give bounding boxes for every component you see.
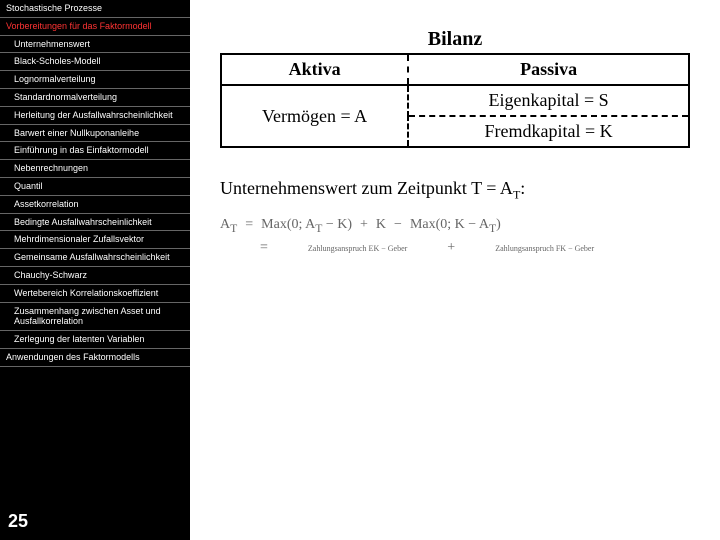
formula-lhs: AT xyxy=(220,217,237,235)
content-area: Bilanz Aktiva Passiva Vermögen = A Eigen… xyxy=(190,0,720,540)
page-number: 25 xyxy=(8,511,28,532)
nav-item[interactable]: Mehrdimensionaler Zufallsvektor xyxy=(0,231,190,249)
formula-term2: Zahlungsanspruch FK − Geber xyxy=(495,244,594,253)
bilanz-table: Aktiva Passiva Vermögen = A Eigenkapital… xyxy=(220,53,690,148)
nav-item[interactable]: Assetkorrelation xyxy=(0,196,190,214)
sidebar: Stochastische ProzesseVorbereitungen für… xyxy=(0,0,190,540)
nav-item[interactable]: Anwendungen des Faktormodells xyxy=(0,349,190,367)
formula-term1: Zahlungsanspruch EK − Geber xyxy=(308,244,407,253)
bilanz-table-wrap: Bilanz Aktiva Passiva Vermögen = A Eigen… xyxy=(220,28,690,148)
nav-item[interactable]: Zusammenhang zwischen Asset und Ausfallk… xyxy=(0,303,190,332)
nav-item[interactable]: Unternehmenswert xyxy=(0,36,190,54)
header-aktiva: Aktiva xyxy=(221,54,408,85)
nav-item[interactable]: Herleitung der Ausfallwahrscheinlichkeit xyxy=(0,107,190,125)
nav-item[interactable]: Vorbereitungen für das Faktormodell xyxy=(0,18,190,36)
statement: Unternehmenswert zum Zeitpunkt T = AT: xyxy=(220,178,690,203)
nav-item[interactable]: Lognormalverteilung xyxy=(0,71,190,89)
nav-item[interactable]: Bedingte Ausfallwahrscheinlichkeit xyxy=(0,214,190,232)
cell-eigenkapital: Eigenkapital = S xyxy=(408,85,689,116)
statement-prefix: Unternehmenswert zum Zeitpunkt T = A xyxy=(220,178,513,198)
bilanz-title: Bilanz xyxy=(220,28,690,51)
nav-item[interactable]: Zerlegung der latenten Variablen xyxy=(0,331,190,349)
statement-suffix: : xyxy=(520,178,525,198)
nav-item[interactable]: Einführung in das Einfaktormodell xyxy=(0,142,190,160)
header-passiva: Passiva xyxy=(408,54,689,85)
formula-box: AT = Max(0; AT − K) + K − Max(0; K − AT)… xyxy=(220,217,690,257)
cell-aktiva: Vermögen = A xyxy=(221,85,408,147)
nav-item[interactable]: Chauchy-Schwarz xyxy=(0,267,190,285)
nav-item[interactable]: Quantil xyxy=(0,178,190,196)
formula-max2: Max(0; K − AT) xyxy=(410,217,501,235)
nav-item[interactable]: Standardnormalverteilung xyxy=(0,89,190,107)
nav-item[interactable]: Stochastische Prozesse xyxy=(0,0,190,18)
nav-item[interactable]: Gemeinsame Ausfallwahrscheinlichkeit xyxy=(0,249,190,267)
formula-max1: Max(0; AT − K) xyxy=(261,217,352,235)
nav-item[interactable]: Nebenrechnungen xyxy=(0,160,190,178)
cell-fremdkapital: Fremdkapital = K xyxy=(408,116,689,147)
nav-item[interactable]: Wertebereich Korrelationskoeffizient xyxy=(0,285,190,303)
nav-item[interactable]: Barwert einer Nullkuponanleihe xyxy=(0,125,190,143)
nav-item[interactable]: Black-Scholes-Modell xyxy=(0,53,190,71)
